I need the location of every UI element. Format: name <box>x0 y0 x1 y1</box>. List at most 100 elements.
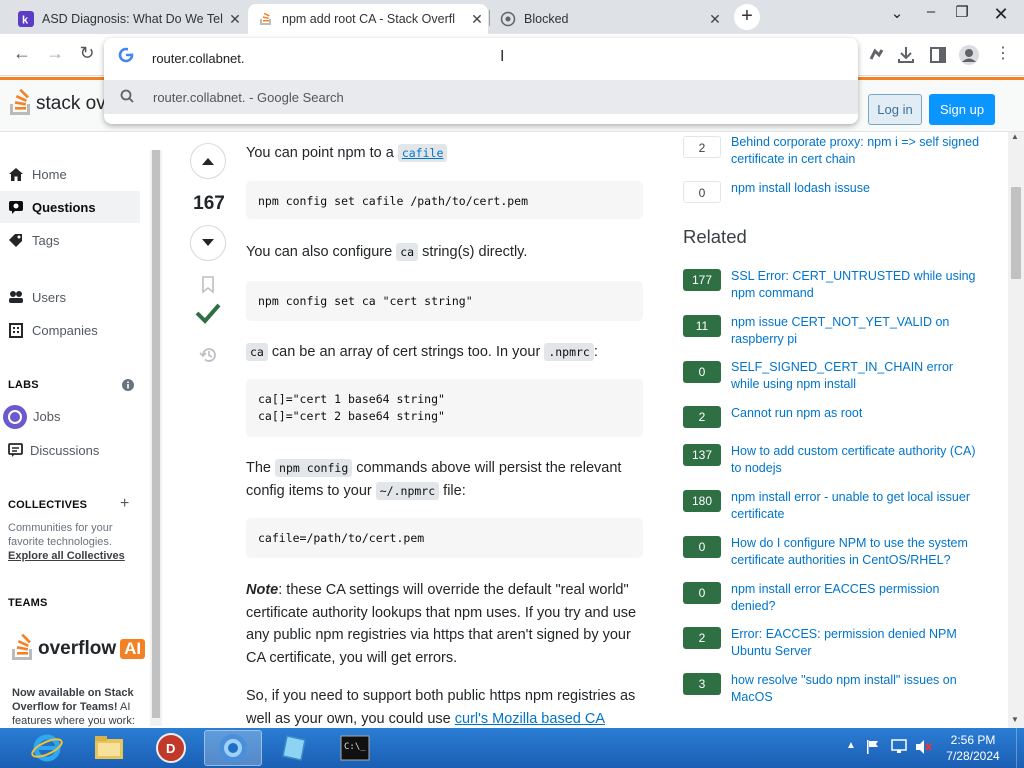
close-window-icon[interactable]: ✕ <box>978 0 1024 30</box>
address-bar-input[interactable] <box>152 47 832 69</box>
close-icon[interactable]: ✕ <box>466 11 488 28</box>
question-link[interactable]: Error: EACCES: permission denied NPM Ubu… <box>731 626 983 660</box>
answer-paragraph: The npm config commands above will persi… <box>246 459 622 500</box>
clock-date: 7/28/2024 <box>946 749 1000 763</box>
internet-explorer-icon[interactable] <box>18 730 76 766</box>
questions-icon <box>8 199 24 215</box>
sidebar-item-home[interactable]: Home <box>8 166 67 182</box>
question-link[interactable]: How do I configure NPM to use the system… <box>731 535 983 569</box>
downvote-button[interactable] <box>190 225 226 261</box>
signup-button[interactable]: Sign up <box>929 94 995 125</box>
sidebar-scrollbar[interactable] <box>150 150 162 726</box>
curl-ca-link[interactable]: curl's Mozilla based CA <box>455 711 605 727</box>
back-arrow-icon[interactable]: ← <box>9 43 35 64</box>
plus-icon[interactable]: + <box>120 495 129 513</box>
omnibox-suggestion[interactable]: router.collabnet. - Google Search <box>104 80 858 114</box>
question-link[interactable]: npm install error EACCES permission deni… <box>731 581 983 615</box>
explore-collectives-link[interactable]: Explore all Collectives <box>8 550 125 562</box>
tab-asd-diagnosis[interactable]: k ASD Diagnosis: What Do We Tel ✕ <box>8 4 246 34</box>
answer-paragraph: Note: these CA settings will override th… <box>246 582 637 666</box>
restore-icon[interactable]: ❐ <box>947 3 977 21</box>
sidebar-item-label: Users <box>32 289 66 305</box>
question-link[interactable]: Cannot run npm as root <box>731 405 983 422</box>
sidebar-item-label: Companies <box>32 322 98 338</box>
upvote-button[interactable] <box>190 143 226 179</box>
stackoverflow-logo[interactable]: stack ove <box>8 89 116 119</box>
app-red-icon[interactable]: D <box>142 730 200 766</box>
windows-taskbar: D C:\_ ▲ 2:56 PM 7/28/2024 <box>0 728 1024 768</box>
search-icon <box>120 89 134 108</box>
page-scrollbar[interactable]: ▲ ▼ <box>1008 132 1024 728</box>
scrollbar-thumb[interactable] <box>1011 187 1021 279</box>
tab-blocked[interactable]: Blocked ✕ <box>490 4 726 34</box>
sidebar-item-companies[interactable]: Companies <box>8 322 98 338</box>
note-label: Note <box>246 582 279 598</box>
extension-icon[interactable] <box>865 44 887 66</box>
question-link[interactable]: npm issue CERT_NOT_YET_VALID on raspberr… <box>731 314 983 348</box>
cafile-link[interactable]: cafile <box>397 144 448 162</box>
question-link[interactable]: npm install lodash issuse <box>731 180 983 197</box>
scroll-down-arrow-icon[interactable]: ▼ <box>1011 715 1019 724</box>
question-link[interactable]: Behind corporate proxy: npm i => self si… <box>731 134 983 168</box>
menu-kebab-icon[interactable]: ⋮ <box>990 43 1016 63</box>
sidebar-item-users[interactable]: Users <box>8 289 66 305</box>
command-prompt-icon[interactable]: C:\_ <box>326 730 384 766</box>
system-clock[interactable]: 2:56 PM 7/28/2024 <box>940 732 1006 764</box>
show-desktop-button[interactable] <box>1016 728 1024 768</box>
chevron-down-icon[interactable]: ⌄ <box>882 4 912 22</box>
scroll-up-arrow-icon[interactable]: ▲ <box>1011 132 1019 141</box>
question-score: 0 <box>683 582 721 604</box>
scrollbar-thumb[interactable] <box>152 150 160 718</box>
question-link[interactable]: how resolve "sudo npm install" issues on… <box>731 672 983 706</box>
accepted-checkmark-icon <box>195 301 221 330</box>
answer-paragraph: You can also configure ca string(s) dire… <box>246 243 528 261</box>
question-link[interactable]: How to add custom certificate authority … <box>731 443 983 477</box>
close-icon[interactable]: ✕ <box>704 11 726 28</box>
question-score: 0 <box>683 181 721 203</box>
download-icon[interactable] <box>895 44 917 66</box>
show-hidden-icons-icon[interactable]: ▲ <box>846 740 856 751</box>
profile-avatar-icon[interactable] <box>958 44 980 66</box>
jobs-icon <box>3 405 27 429</box>
text-cursor-icon: I <box>500 48 505 65</box>
flag-icon[interactable] <box>866 739 880 760</box>
question-link[interactable]: SELF_SIGNED_CERT_IN_CHAIN error while us… <box>731 359 983 393</box>
login-button[interactable]: Log in <box>868 94 922 125</box>
sidebar-item-discussions[interactable]: Discussions <box>8 442 99 458</box>
sidebar-item-jobs[interactable]: Jobs <box>3 405 60 429</box>
volume-muted-icon[interactable] <box>914 739 932 760</box>
close-icon[interactable]: ✕ <box>224 11 246 28</box>
side-panel-icon[interactable] <box>927 44 949 66</box>
labs-heading: LABS <box>8 379 39 391</box>
bookmark-icon[interactable] <box>201 276 215 299</box>
new-tab-button[interactable]: + <box>734 4 760 30</box>
file-explorer-icon[interactable] <box>80 730 138 766</box>
teams-heading: TEAMS <box>8 597 48 609</box>
stackoverflow-icon <box>258 11 274 27</box>
code-block: ca[]="cert 1 base64 string" ca[]="cert 2… <box>246 379 643 437</box>
chrome-icon[interactable] <box>204 730 262 766</box>
discussions-icon <box>8 442 24 458</box>
notepad-icon[interactable] <box>266 730 324 766</box>
history-icon[interactable] <box>199 346 217 369</box>
svg-text:C:\_: C:\_ <box>344 742 366 752</box>
info-icon[interactable] <box>122 378 134 396</box>
address-bar-dropdown: I router.collabnet. - Google Search <box>104 38 858 124</box>
question-score: 2 <box>683 627 721 649</box>
suggestion-text: router.collabnet. - Google Search <box>153 90 344 105</box>
inline-code: ~/.npmrc <box>375 481 440 500</box>
question-link[interactable]: SSL Error: CERT_UNTRUSTED while using np… <box>731 268 983 302</box>
question-link[interactable]: npm install error - unable to get local … <box>731 489 983 523</box>
reload-icon[interactable]: ↻ <box>74 43 100 64</box>
overflow-ai-text: overflow <box>38 638 117 659</box>
minimize-icon[interactable]: – <box>916 3 946 20</box>
tab-npm-add-root-ca[interactable]: npm add root CA - Stack Overfl ✕ <box>248 4 488 34</box>
left-sidebar: Home Questions Tags Users Companies LABS… <box>0 132 148 728</box>
forward-arrow-icon[interactable]: → <box>42 43 68 64</box>
overflow-ai-logo: overflow AI <box>10 634 146 664</box>
answer-paragraph: So, if you need to support both public h… <box>246 688 636 727</box>
code-block: npm config set ca "cert string" <box>246 281 643 321</box>
network-icon[interactable] <box>890 739 908 760</box>
sidebar-item-tags[interactable]: Tags <box>8 232 59 248</box>
sidebar-item-questions[interactable]: Questions <box>0 191 140 223</box>
